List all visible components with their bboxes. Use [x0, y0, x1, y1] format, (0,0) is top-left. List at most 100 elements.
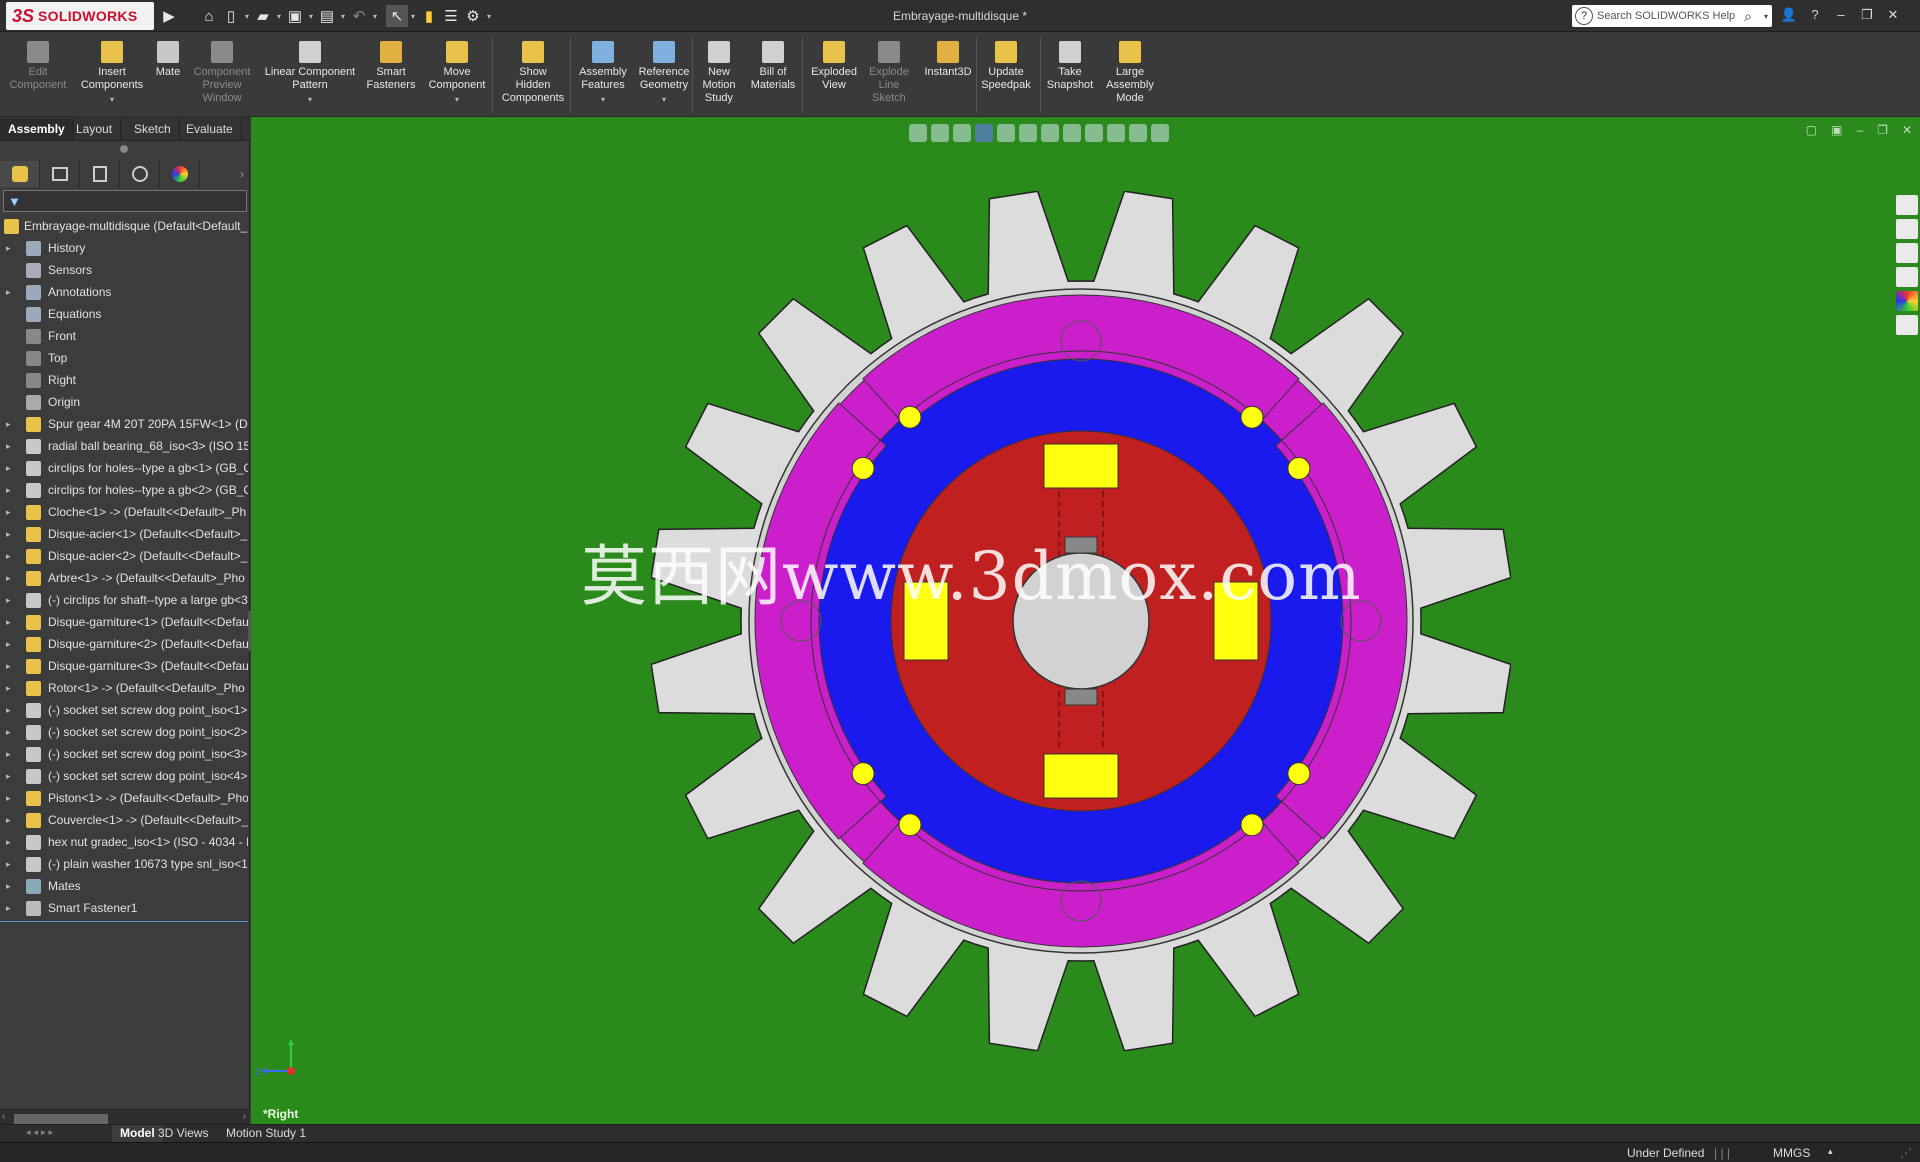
tree-item[interactable]: ▸ Arbre<1> -> (Default<<Default>_Pho: [0, 567, 248, 589]
scroll-right-icon[interactable]: ›: [243, 1111, 246, 1121]
expand-arrow-icon[interactable]: ▸: [6, 413, 16, 435]
tree-item[interactable]: ▸ Annotations: [0, 281, 248, 303]
tree-item[interactable]: ▸ radial ball bearing_68_iso<3> (ISO 15 F: [0, 435, 248, 457]
rebuild-icon[interactable]: ▮: [418, 5, 440, 27]
command-dropdown-icon[interactable]: ▾: [455, 93, 459, 106]
display-style-icon[interactable]: [1041, 124, 1059, 142]
expand-arrow-icon[interactable]: ▸: [6, 633, 16, 655]
configuration-manager-tab-icon[interactable]: [80, 161, 120, 187]
tree-item[interactable]: ▸ Couvercle<1> -> (Default<<Default>_: [0, 809, 248, 831]
move-component-button[interactable]: Move Component ▾: [422, 35, 492, 115]
apply-scene-icon[interactable]: [1107, 124, 1125, 142]
speedpak-button[interactable]: Update Speedpak: [978, 35, 1034, 115]
tree-item[interactable]: ▸ (-) socket set screw dog point_iso<1>: [0, 699, 248, 721]
dynamic-annotation-icon[interactable]: [997, 124, 1015, 142]
component-preview-button[interactable]: Component Preview Window: [190, 35, 254, 115]
tree-item[interactable]: ▸ circlips for holes--type a gb<2> (GB_C: [0, 479, 248, 501]
expand-arrow-icon[interactable]: ▸: [6, 237, 16, 259]
tab-layout[interactable]: Layout: [68, 119, 122, 140]
linear-pattern-button[interactable]: Linear Component Pattern ▾: [260, 35, 360, 115]
print-icon[interactable]: ▤: [316, 5, 338, 27]
expand-arrow-icon[interactable]: ▸: [6, 699, 16, 721]
expand-arrow-icon[interactable]: ▸: [6, 523, 16, 545]
tree-item[interactable]: Origin: [0, 391, 248, 413]
expand-arrow-icon[interactable]: ▸: [6, 435, 16, 457]
tree-item[interactable]: ▸ Spur gear 4M 20T 20PA 15FW<1> (Def: [0, 413, 248, 435]
help-icon[interactable]: ?: [1806, 4, 1824, 26]
units-dropdown-icon[interactable]: ▴: [1828, 1146, 1833, 1157]
tree-item[interactable]: ▸ Disque-garniture<1> (Default<<Defau: [0, 611, 248, 633]
expand-arrow-icon[interactable]: ▸: [6, 567, 16, 589]
expand-arrow-icon[interactable]: ▸: [6, 853, 16, 875]
view-orientation-icon[interactable]: [1019, 124, 1037, 142]
zoom-area-icon[interactable]: [931, 124, 949, 142]
tree-item[interactable]: ▸ Rotor<1> -> (Default<<Default>_Pho: [0, 677, 248, 699]
expand-arrow-icon[interactable]: ▸: [6, 611, 16, 633]
command-dropdown-icon[interactable]: ▾: [662, 93, 666, 106]
search-icon[interactable]: ⌕: [1744, 8, 1764, 25]
graphics-viewport[interactable]: ▢ ▣ – ❐ ✕ 莫西网www.3dmox.com Z *Right: [251, 117, 1920, 1129]
tree-item[interactable]: ▸ Disque-acier<1> (Default<<Default>_: [0, 523, 248, 545]
expand-arrow-icon[interactable]: ▸: [6, 479, 16, 501]
expand-arrow-icon[interactable]: ▸: [6, 831, 16, 853]
viewport-close-icon[interactable]: ✕: [1902, 123, 1912, 137]
previous-view-icon[interactable]: [953, 124, 971, 142]
tree-item[interactable]: ▸ Mates: [0, 875, 248, 897]
insert-components-button[interactable]: Insert Components ▾: [78, 35, 146, 115]
select-dropdown-icon[interactable]: ▾: [408, 12, 418, 21]
snapshot-button[interactable]: Take Snapshot: [1042, 35, 1098, 115]
task-pane-library-icon[interactable]: [1896, 243, 1918, 263]
viewport-split-icon[interactable]: ▢: [1806, 123, 1817, 137]
command-dropdown-icon[interactable]: ▾: [308, 93, 312, 106]
smart-fasteners-button[interactable]: Smart Fasteners: [362, 35, 420, 115]
expand-arrow-icon[interactable]: ▸: [6, 875, 16, 897]
edit-appearance-icon[interactable]: [1085, 124, 1103, 142]
expand-arrow-icon[interactable]: ▸: [6, 787, 16, 809]
user-icon[interactable]: 👤: [1780, 4, 1798, 26]
minimize-icon[interactable]: –: [1832, 4, 1850, 26]
motion-study-button[interactable]: New Motion Study: [696, 35, 742, 115]
tree-item[interactable]: Sensors: [0, 259, 248, 281]
new-document-icon[interactable]: ▯: [220, 5, 242, 27]
zoom-to-fit-icon[interactable]: [909, 124, 927, 142]
tree-item[interactable]: Top: [0, 347, 248, 369]
search-dropdown-icon[interactable]: ▾: [1764, 12, 1768, 21]
select-arrow-icon[interactable]: ↖: [386, 5, 408, 27]
clutch-assembly-model[interactable]: [651, 191, 1511, 1051]
task-pane-explorer-icon[interactable]: [1896, 267, 1918, 287]
display-manager-tab-icon[interactable]: [160, 161, 200, 187]
scroll-thumb[interactable]: [14, 1114, 108, 1124]
tab-assembly[interactable]: Assembly: [0, 119, 74, 140]
home-icon[interactable]: ⌂: [198, 5, 220, 27]
tree-item[interactable]: ▸ Smart Fastener1: [0, 897, 248, 919]
file-properties-icon[interactable]: ☰: [440, 5, 462, 27]
expand-arrow-icon[interactable]: ▸: [6, 545, 16, 567]
property-manager-tab-icon[interactable]: [40, 161, 80, 187]
command-dropdown-icon[interactable]: ▾: [110, 93, 114, 106]
tree-item[interactable]: ▸ History: [0, 237, 248, 259]
command-dropdown-icon[interactable]: ▾: [601, 93, 605, 106]
save-dropdown-icon[interactable]: ▾: [306, 12, 316, 21]
tree-item[interactable]: Equations: [0, 303, 248, 325]
tree-item[interactable]: ▸ hex nut gradec_iso<1> (ISO - 4034 - M: [0, 831, 248, 853]
undo-icon[interactable]: ↶: [348, 5, 370, 27]
tree-item[interactable]: Right: [0, 369, 248, 391]
expand-arrow-icon[interactable]: ▸: [6, 457, 16, 479]
open-dropdown-icon[interactable]: ▾: [274, 12, 284, 21]
restore-icon[interactable]: ❐: [1858, 4, 1876, 26]
monitor-icon[interactable]: [1151, 124, 1169, 142]
tree-item[interactable]: ▸ Piston<1> -> (Default<<Default>_Pho: [0, 787, 248, 809]
menu-expand-icon[interactable]: ▶: [158, 5, 180, 27]
reference-geometry-button[interactable]: Reference Geometry ▾: [634, 35, 694, 115]
task-pane-appearances-icon[interactable]: [1896, 291, 1918, 311]
print-dropdown-icon[interactable]: ▾: [338, 12, 348, 21]
section-view-icon[interactable]: [975, 124, 993, 142]
tree-item[interactable]: ▸ (-) socket set screw dog point_iso<2>: [0, 721, 248, 743]
expand-arrow-icon[interactable]: ▸: [6, 677, 16, 699]
panel-splitter-handle[interactable]: [120, 145, 128, 153]
tree-item[interactable]: ▸ Disque-garniture<3> (Default<<Defau: [0, 655, 248, 677]
exploded-view-button[interactable]: Exploded View: [806, 35, 862, 115]
expand-arrow-icon[interactable]: ▸: [6, 281, 16, 303]
mate-button[interactable]: Mate: [150, 35, 186, 115]
expand-arrow-icon[interactable]: ▸: [6, 589, 16, 611]
